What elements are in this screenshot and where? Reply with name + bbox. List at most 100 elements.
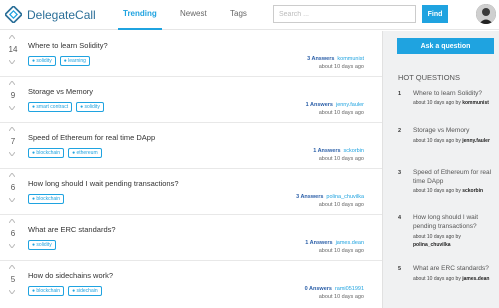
- question-title[interactable]: How do sidechains work?: [28, 271, 113, 280]
- tab-trending[interactable]: Trending: [123, 9, 157, 18]
- question-title[interactable]: Storage vs Memory: [28, 87, 93, 96]
- hot-question-meta: about 10 days ago by kommunist: [413, 100, 489, 106]
- hot-questions-heading: HOT QUESTIONS: [398, 73, 460, 82]
- logo-icon: [5, 6, 22, 23]
- tag-list: ● blockchain ● sidechain: [28, 286, 102, 296]
- question-row: 6 How long should I wait pending transac…: [0, 169, 382, 215]
- answer-info: 3 Answers kommunist about 10 days ago: [307, 56, 364, 70]
- hot-question-title[interactable]: Speed of Ethereum for real time DApp: [413, 168, 498, 186]
- tag[interactable]: ● solidity: [76, 102, 104, 112]
- question-title[interactable]: Where to learn Solidity?: [28, 41, 108, 50]
- vote-box: 7: [4, 123, 22, 169]
- author-link[interactable]: kommunist: [337, 56, 364, 62]
- tag-list: ● solidity ● learning: [28, 56, 90, 66]
- vote-count: 5: [10, 275, 16, 284]
- question-row: 6 What are ERC standards? ● solidity 1 A…: [0, 215, 382, 261]
- author-link[interactable]: jenny.fauler: [336, 102, 364, 108]
- hot-question-title[interactable]: How long should I wait pending transacti…: [413, 213, 498, 231]
- logo-text: DelegateCall: [27, 7, 96, 22]
- tag[interactable]: ● sidechain: [68, 286, 102, 296]
- timestamp: about 10 days ago: [318, 294, 364, 300]
- find-button[interactable]: Find: [422, 5, 448, 23]
- tag[interactable]: ● solidity: [28, 56, 56, 66]
- question-row: 14 Where to learn Solidity? ● solidity ●…: [0, 31, 382, 77]
- tag[interactable]: ● learning: [59, 56, 90, 66]
- upvote-icon[interactable]: [9, 81, 15, 85]
- tag-list: ● blockchain ● ethereum: [28, 148, 102, 158]
- timestamp: about 10 days ago: [318, 110, 364, 116]
- author-link[interactable]: james.dean: [336, 240, 364, 246]
- answer-info: 1 Answers james.dean about 10 days ago: [305, 240, 364, 254]
- tab-newest[interactable]: Newest: [180, 9, 207, 18]
- answer-count[interactable]: 1 Answers: [306, 102, 333, 108]
- answer-count[interactable]: 3 Answers: [296, 194, 323, 200]
- downvote-icon[interactable]: [9, 60, 15, 64]
- downvote-icon[interactable]: [9, 244, 15, 248]
- vote-count: 7: [10, 137, 16, 146]
- hot-question-meta: about 10 days ago by sckorbin: [413, 188, 484, 194]
- hot-question-title[interactable]: What are ERC standards?: [413, 264, 498, 273]
- top-header: DelegateCall Trending Newest Tags Find: [0, 0, 499, 30]
- timestamp: about 10 days ago: [318, 156, 364, 162]
- vote-box: 9: [4, 77, 22, 123]
- answer-count[interactable]: 3 Answers: [307, 56, 334, 62]
- timestamp: about 10 days ago: [318, 64, 364, 70]
- upvote-icon[interactable]: [9, 127, 15, 131]
- logo[interactable]: DelegateCall: [5, 6, 96, 23]
- search-input[interactable]: [273, 5, 416, 23]
- hot-rank: 2: [398, 128, 402, 134]
- tag[interactable]: ● ethereum: [68, 148, 102, 158]
- tab-tags[interactable]: Tags: [230, 9, 247, 18]
- vote-count: 14: [8, 45, 18, 54]
- answer-info: 0 Answers rami051991 about 10 days ago: [305, 286, 364, 300]
- question-title[interactable]: What are ERC standards?: [28, 225, 116, 234]
- tag[interactable]: ● solidity: [28, 240, 56, 250]
- hot-question-meta: about 10 days ago by jenny.fauler: [413, 138, 490, 144]
- hot-question-title[interactable]: Storage vs Memory: [413, 126, 498, 135]
- tag-list: ● solidity: [28, 240, 56, 250]
- downvote-icon[interactable]: [9, 198, 15, 202]
- question-title[interactable]: How long should I wait pending transacti…: [28, 179, 179, 188]
- user-avatar-icon: [476, 4, 496, 24]
- vote-box: 14: [4, 31, 22, 77]
- hot-question-meta: about 10 days ago by polina_chuvilka: [413, 234, 461, 248]
- tag[interactable]: ● blockchain: [28, 148, 65, 158]
- tag[interactable]: ● blockchain: [28, 194, 65, 204]
- downvote-icon[interactable]: [9, 152, 15, 156]
- downvote-icon[interactable]: [9, 106, 15, 110]
- upvote-icon[interactable]: [9, 219, 15, 223]
- hot-rank: 4: [398, 215, 402, 221]
- timestamp: about 10 days ago: [318, 248, 364, 254]
- ask-question-button[interactable]: Ask a question: [397, 38, 494, 54]
- hot-question-meta: about 10 days ago by james.dean: [413, 276, 490, 282]
- avatar[interactable]: [476, 4, 496, 24]
- answer-info: 1 Answers sckorbin about 10 days ago: [313, 148, 364, 162]
- hot-rank: 1: [398, 91, 402, 97]
- tag-list: ● smart contract ● solidity: [28, 102, 104, 112]
- author-link[interactable]: rami051991: [335, 286, 364, 292]
- hot-rank: 5: [398, 266, 402, 272]
- sidebar: Ask a question HOT QUESTIONS 1 Where to …: [382, 31, 499, 308]
- hot-question-title[interactable]: Where to learn Solidity?: [413, 89, 498, 98]
- answer-count[interactable]: 1 Answers: [313, 148, 340, 154]
- tag-list: ● blockchain: [28, 194, 65, 204]
- question-list: 14 Where to learn Solidity? ● solidity ●…: [0, 31, 382, 308]
- vote-count: 6: [10, 183, 16, 192]
- downvote-icon[interactable]: [9, 290, 15, 294]
- question-row: 7 Speed of Ethereum for real time DApp ●…: [0, 123, 382, 169]
- upvote-icon[interactable]: [9, 265, 15, 269]
- vote-box: 6: [4, 169, 22, 215]
- tag[interactable]: ● blockchain: [28, 286, 65, 296]
- author-link[interactable]: sckorbin: [344, 148, 364, 154]
- answer-count[interactable]: 0 Answers: [305, 286, 332, 292]
- tag[interactable]: ● smart contract: [28, 102, 73, 112]
- answer-info: 3 Answers polina_chuvilka about 10 days a…: [296, 194, 364, 208]
- timestamp: about 10 days ago: [318, 202, 364, 208]
- upvote-icon[interactable]: [9, 35, 15, 39]
- question-title[interactable]: Speed of Ethereum for real time DApp: [28, 133, 155, 142]
- upvote-icon[interactable]: [9, 173, 15, 177]
- answer-info: 1 Answers jenny.fauler about 10 days ago: [306, 102, 364, 116]
- hot-rank: 3: [398, 170, 402, 176]
- author-link[interactable]: polina_chuvilka: [326, 194, 364, 200]
- answer-count[interactable]: 1 Answers: [305, 240, 332, 246]
